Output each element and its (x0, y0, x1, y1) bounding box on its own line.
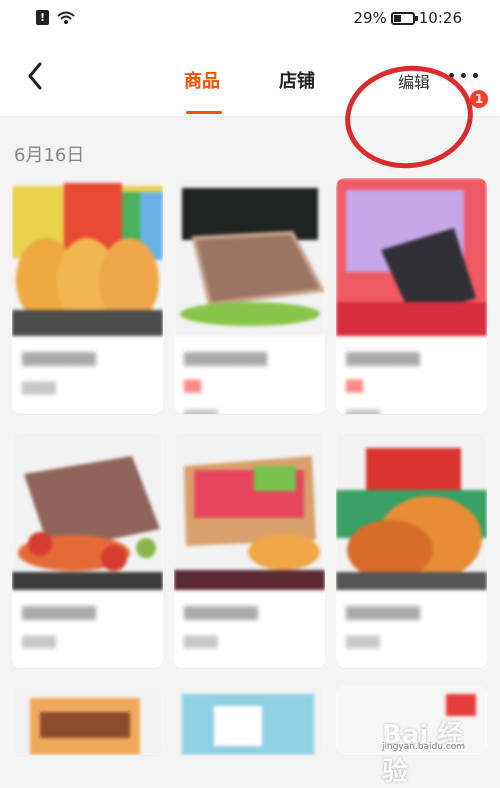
product-image (174, 432, 325, 590)
notification-badge: 1 (470, 90, 488, 108)
product-name: █████████ (184, 352, 268, 366)
status-left-icons: ! (36, 10, 75, 25)
top-header: 商品 店铺 编辑 1 (0, 38, 500, 176)
product-card[interactable]: ████████ ████ (336, 432, 487, 668)
alert-icon: ! (36, 10, 49, 25)
product-meta: ████ (184, 636, 218, 649)
product-card[interactable]: █████████ ██ ████ (174, 178, 325, 414)
product-image (12, 432, 163, 590)
section-date: 6月16日 (14, 145, 85, 166)
status-bar: ! 29% 10:26 (0, 0, 500, 38)
battery-percent: 29% (353, 9, 387, 27)
product-card[interactable] (174, 686, 325, 755)
product-meta: ████ (22, 382, 56, 395)
product-name: ████████ (22, 352, 96, 366)
wifi-icon (57, 11, 75, 25)
tab-goods[interactable]: 商品 (184, 67, 220, 93)
product-card[interactable]: ████████ ██ ████ (336, 178, 487, 414)
product-card[interactable]: ████████ ████ (174, 432, 325, 668)
product-name: ████████ (22, 606, 96, 620)
product-name: ████████ (346, 606, 420, 620)
product-card[interactable]: ████████ ████ (12, 178, 163, 414)
battery-icon (390, 11, 418, 25)
product-meta: ████ (184, 410, 252, 414)
product-image (174, 686, 325, 755)
status-time: 10:26 (418, 9, 462, 27)
product-image (336, 432, 487, 590)
product-image (174, 178, 325, 336)
product-meta: ████ (346, 636, 380, 649)
product-card[interactable]: ████████ ████ (12, 432, 163, 668)
tab-shop[interactable]: 店铺 (279, 67, 315, 93)
product-image (336, 178, 487, 336)
product-image (12, 686, 163, 755)
product-image (12, 178, 163, 336)
battery-fill (393, 14, 401, 22)
chevron-left-icon[interactable] (22, 60, 50, 92)
status-right-icons: 29% 10:26 (353, 9, 462, 27)
product-name: ████████ (346, 352, 420, 366)
product-meta: ████ (346, 410, 414, 414)
product-name: ████████ (184, 606, 258, 620)
watermark-site: jingyan.baidu.com (382, 742, 466, 752)
active-tab-indicator (186, 111, 222, 114)
product-price: ██ (184, 380, 201, 393)
product-card[interactable] (12, 686, 163, 755)
product-price: ██ (346, 380, 363, 393)
product-meta: ████ (22, 636, 56, 649)
